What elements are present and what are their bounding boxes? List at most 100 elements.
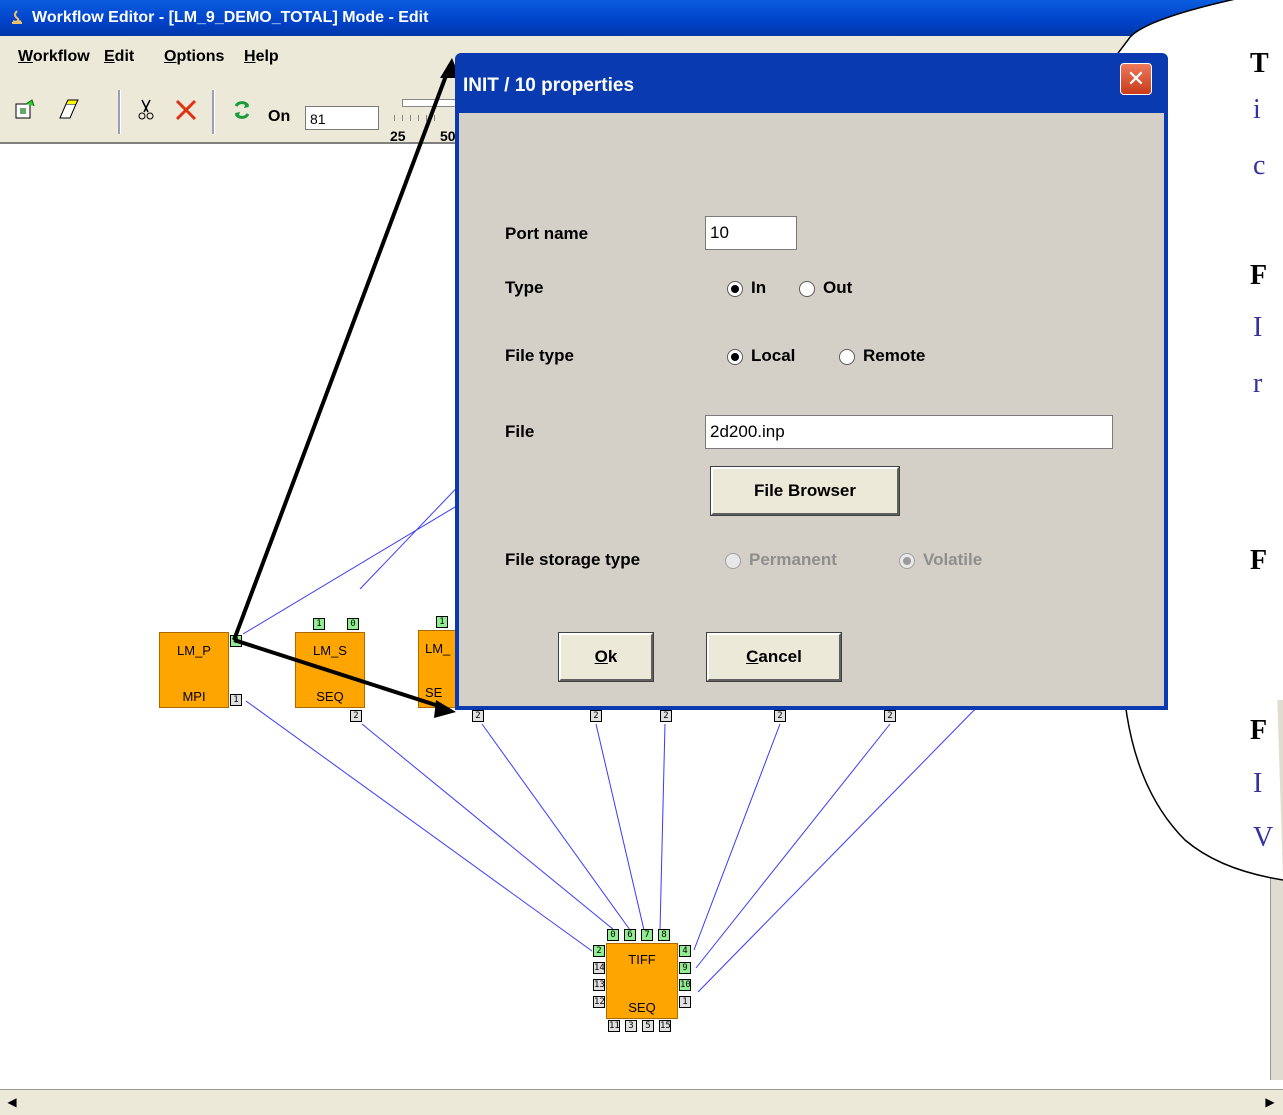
output-port[interactable]: 3 (625, 1020, 637, 1032)
edge (245, 700, 593, 952)
type-out-radio[interactable] (799, 281, 815, 297)
file-type-local-radio[interactable] (727, 349, 743, 365)
port-name-input[interactable]: 10 (705, 216, 797, 250)
input-port[interactable]: 8 (658, 929, 670, 941)
vertical-scrollbar[interactable] (1270, 700, 1283, 1080)
callout-text: V (1253, 822, 1274, 853)
node-type: MPI (182, 689, 206, 704)
cancel-button[interactable]: Cancel (706, 632, 842, 682)
edge (697, 698, 986, 993)
menu-help[interactable]: Help (244, 48, 279, 66)
output-port[interactable]: 15 (659, 1020, 671, 1032)
node-name: TIFF (628, 952, 656, 967)
output-port[interactable]: 2 (774, 710, 786, 722)
file-type-local-label[interactable]: Local (751, 346, 795, 366)
storage-permanent-radio[interactable] (725, 553, 741, 569)
slider-tick (394, 115, 395, 121)
delete-icon[interactable] (172, 96, 200, 124)
node-type: SEQ (628, 1000, 656, 1015)
on-value-input[interactable]: 81 (305, 106, 379, 130)
callout-text: T (1250, 48, 1269, 79)
output-port[interactable]: 2 (472, 710, 484, 722)
output-port[interactable]: 2 (884, 710, 896, 722)
type-in-radio[interactable] (727, 281, 743, 297)
node-name: LM_S (313, 643, 347, 658)
menu-options[interactable]: Options (164, 48, 224, 66)
output-port[interactable]: 14 (593, 962, 605, 974)
refresh-icon[interactable] (228, 96, 256, 124)
type-label: Type (505, 278, 544, 297)
output-port[interactable]: 11 (608, 1020, 620, 1032)
input-port[interactable]: 1 (436, 616, 448, 628)
slider-tick (410, 115, 411, 121)
cut-icon[interactable] (132, 96, 160, 124)
dialog-title: INIT / 10 properties (463, 75, 635, 96)
dialog-body: Port name 10 Type In Out File type Local… (459, 113, 1164, 706)
output-port[interactable]: 2 (660, 710, 672, 722)
menu-workflow[interactable]: Workflow (18, 48, 90, 66)
edge (659, 723, 666, 931)
output-port[interactable]: 2 (590, 710, 602, 722)
java-app-icon (12, 10, 22, 24)
scroll-right-icon[interactable]: ▶ (1262, 1094, 1278, 1110)
input-port[interactable]: 4 (679, 945, 691, 957)
output-port[interactable]: 1 (679, 996, 691, 1008)
edge (481, 723, 631, 931)
input-port[interactable]: 0 (230, 635, 242, 647)
input-port[interactable]: 0 (347, 618, 359, 630)
output-port[interactable]: 12 (593, 996, 605, 1008)
open-workflow-icon[interactable] (12, 96, 40, 124)
ok-button[interactable]: Ok (558, 632, 654, 682)
callout-text: I (1253, 768, 1263, 799)
file-input[interactable]: 2d200.inp (705, 415, 1113, 449)
node-name: LM_P (177, 643, 211, 658)
callout-text: F (1250, 545, 1268, 576)
workflow-node-tiff[interactable]: TIFF SEQ (606, 943, 678, 1019)
storage-volatile-radio[interactable] (899, 553, 915, 569)
horizontal-scrollbar[interactable]: ◀ ▶ (0, 1089, 1283, 1115)
toolbar-separator (212, 90, 215, 134)
input-port[interactable]: 1 (313, 618, 325, 630)
edge (242, 503, 461, 635)
slider-tick-label: 25 (390, 128, 406, 144)
output-port[interactable]: 1 (230, 694, 242, 706)
callout-text: r (1253, 368, 1263, 399)
slider-tick (434, 115, 435, 121)
type-in-label[interactable]: In (751, 278, 766, 298)
callout-text: F (1250, 715, 1268, 746)
input-port[interactable]: 10 (679, 979, 691, 991)
node-type: SEQ (316, 689, 344, 704)
output-port[interactable]: 13 (593, 979, 605, 991)
edge (359, 473, 471, 590)
file-type-remote-radio[interactable] (839, 349, 855, 365)
callout-text: I (1253, 312, 1263, 343)
storage-volatile-label[interactable]: Volatile (923, 550, 982, 570)
slider-tick (418, 115, 419, 121)
menu-edit[interactable]: Edit (104, 48, 134, 66)
input-port[interactable]: 9 (679, 962, 691, 974)
storage-permanent-label[interactable]: Permanent (749, 550, 837, 570)
file-browser-button[interactable]: File Browser (710, 466, 900, 516)
output-port[interactable]: 2 (350, 710, 362, 722)
input-port[interactable]: 2 (593, 945, 605, 957)
file-type-label: File type (505, 346, 574, 365)
slider-tick (402, 115, 403, 121)
print-icon[interactable] (54, 96, 82, 124)
input-port[interactable]: 0 (607, 929, 619, 941)
close-icon[interactable]: ✕ (1120, 63, 1152, 95)
scroll-left-icon[interactable]: ◀ (4, 1094, 20, 1110)
slider-tick (426, 115, 427, 121)
callout-text: i (1253, 94, 1261, 125)
file-label: File (505, 422, 535, 441)
input-port[interactable]: 7 (641, 929, 653, 941)
workflow-node-lm-s[interactable]: LM_S SEQ (295, 632, 365, 708)
port-name-label: Port name (505, 224, 589, 243)
workflow-node-lm-p[interactable]: LM_P MPI (159, 632, 229, 708)
port-properties-dialog: INIT / 10 properties ✕ Port name 10 Type… (455, 53, 1168, 710)
window-title: Workflow Editor - [LM_9_DEMO_TOTAL] Mode… (32, 9, 429, 26)
output-port[interactable]: 5 (642, 1020, 654, 1032)
input-port[interactable]: 6 (624, 929, 636, 941)
edge (695, 723, 891, 969)
file-type-remote-label[interactable]: Remote (863, 346, 925, 366)
type-out-label[interactable]: Out (823, 278, 852, 298)
